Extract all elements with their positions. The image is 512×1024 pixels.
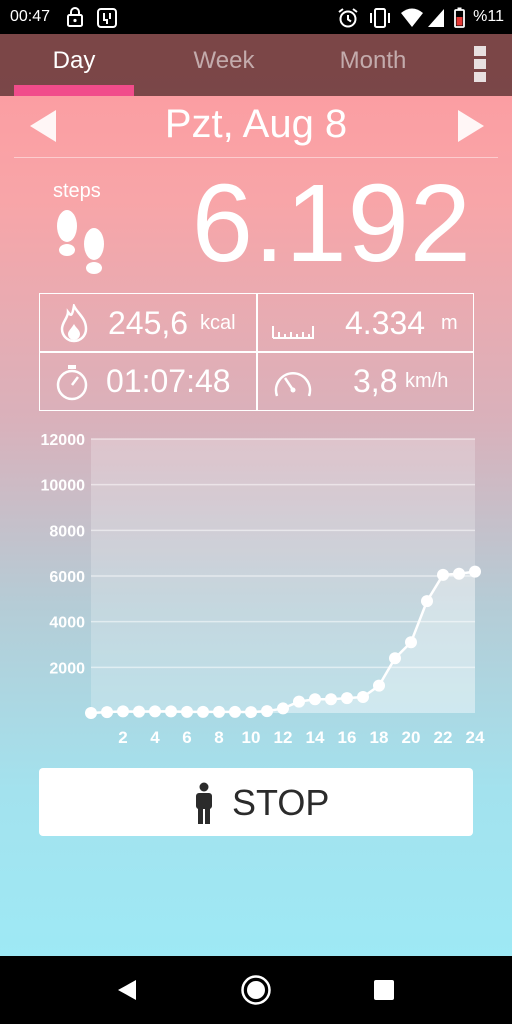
x-tick-label: 6	[182, 728, 191, 747]
speed-unit: km/h	[405, 370, 449, 392]
tab-week[interactable]: Week	[164, 34, 284, 96]
x-tick-label: 2	[118, 728, 127, 747]
y-tick-label: 8000	[49, 523, 85, 540]
speed-value: 3,8	[353, 363, 398, 399]
chart-point	[277, 702, 289, 715]
y-tick-label: 6000	[49, 569, 85, 586]
footprints-icon	[57, 210, 104, 274]
flame-icon	[60, 304, 88, 343]
chart-point	[197, 705, 209, 718]
chart-point	[453, 567, 465, 580]
calories-cell: 245,6 kcal	[40, 294, 256, 352]
status-bar: 00:47 %11	[0, 0, 512, 34]
y-tick-label: 2000	[49, 660, 85, 677]
x-tick-label: 12	[274, 728, 293, 747]
chart-point	[357, 691, 369, 704]
date-divider	[14, 157, 498, 158]
signal-icon	[428, 9, 444, 27]
date-navigator: Pzt, Aug 8	[0, 96, 512, 156]
duration-value: 01:07:48	[106, 363, 231, 399]
stop-button[interactable]: STOP	[39, 768, 473, 836]
wifi-icon	[401, 8, 423, 27]
x-tick-label: 14	[306, 728, 325, 747]
chart-point	[341, 692, 353, 705]
x-tick-label: 4	[150, 728, 160, 747]
recents-icon[interactable]	[368, 974, 400, 1006]
calories-unit: kcal	[200, 312, 236, 334]
chart-point	[213, 705, 225, 718]
chart-point	[437, 568, 449, 581]
x-tick-label: 18	[370, 728, 389, 747]
chart-point	[261, 705, 273, 718]
stop-button-label: STOP	[232, 782, 330, 823]
stopwatch-icon	[56, 365, 88, 401]
previous-day-arrow-icon[interactable]	[26, 106, 66, 146]
chart-point	[293, 695, 305, 708]
sim-icon	[97, 8, 117, 28]
x-tick-label: 22	[434, 728, 453, 747]
chart-point	[165, 705, 177, 718]
chart-point	[245, 706, 257, 719]
steps-chart: 200040006000800010000120002 4 6 8 10 12 14 16 18…	[41, 432, 485, 747]
chart-point	[85, 707, 97, 719]
y-tick-label: 10000	[41, 478, 86, 495]
chart-point	[405, 636, 417, 649]
home-icon[interactable]	[240, 974, 272, 1006]
status-time: 00:47	[10, 8, 51, 25]
chart-point	[133, 705, 145, 718]
person-walking-icon	[196, 782, 212, 824]
navigation-bar	[0, 956, 512, 1024]
vibrate-icon	[370, 8, 390, 28]
active-tab-indicator	[14, 85, 134, 96]
steps-count: 6.192	[191, 162, 472, 285]
chart-point	[229, 705, 241, 718]
y-tick-label: 12000	[41, 432, 86, 449]
chart-point	[469, 565, 481, 578]
chart-point	[117, 705, 129, 718]
chart-point	[149, 705, 161, 718]
distance-unit: m	[441, 312, 458, 334]
chart-point	[101, 706, 113, 719]
chart-point	[373, 679, 385, 692]
tab-bar: Day Week Month	[0, 34, 512, 96]
speed-cell: 3,8 km/h	[257, 352, 473, 410]
x-tick-label: 10	[242, 728, 261, 747]
duration-cell: 01:07:48	[40, 352, 256, 410]
stats-grid: 245,6 kcal 4.334 m 01:07:48 3,8 km/h	[39, 293, 474, 411]
steps-label: steps	[53, 180, 101, 202]
distance-value: 4.334	[345, 305, 426, 341]
x-tick-label: 24	[466, 728, 485, 747]
lock-icon	[67, 7, 83, 27]
tab-month[interactable]: Month	[313, 34, 433, 96]
x-tick-label: 16	[338, 728, 357, 747]
distance-cell: 4.334 m	[257, 294, 473, 352]
y-tick-label: 4000	[49, 615, 85, 632]
chart-point	[421, 595, 433, 608]
next-day-arrow-icon[interactable]	[452, 106, 492, 146]
back-icon[interactable]	[112, 974, 144, 1006]
battery-percent: %11	[473, 8, 504, 25]
date-label: Pzt, Aug 8	[164, 102, 348, 146]
chart-point	[325, 693, 337, 706]
chart-point	[181, 705, 193, 718]
calories-value: 245,6	[108, 305, 189, 341]
chart-point	[309, 693, 321, 706]
speedometer-icon	[274, 372, 312, 397]
ruler-icon	[272, 326, 314, 339]
x-tick-label: 8	[214, 728, 223, 747]
battery-icon	[454, 7, 465, 28]
alarm-icon	[338, 8, 358, 28]
app-screen: Day Week Month Pzt, Aug 8 steps 6.192 24…	[0, 34, 512, 956]
overflow-menu-icon[interactable]	[468, 44, 492, 84]
chart-point	[389, 652, 401, 665]
x-tick-label: 20	[402, 728, 421, 747]
